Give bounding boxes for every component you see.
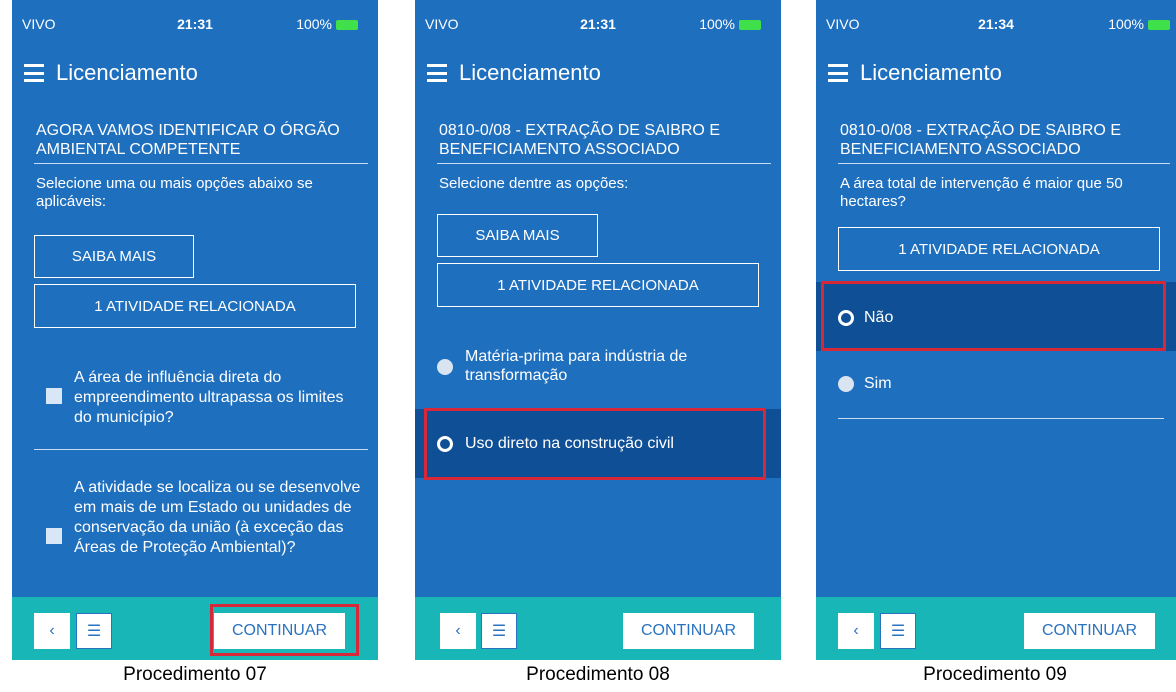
hamburger-menu-icon[interactable] bbox=[427, 64, 447, 82]
annotation-highlight bbox=[424, 408, 766, 480]
hamburger-menu-icon[interactable] bbox=[828, 64, 848, 82]
atividade-relacionada-button[interactable]: 1 ATIVIDADE RELACIONADA bbox=[838, 227, 1160, 271]
battery-indicator: 100% bbox=[1108, 16, 1170, 32]
chevron-left-icon: ‹ bbox=[853, 622, 859, 639]
back-button[interactable]: ‹ bbox=[838, 613, 874, 649]
chevron-left-icon: ‹ bbox=[455, 622, 461, 639]
status-bar: VIVO 21:31 100% bbox=[415, 0, 781, 44]
atividade-relacionada-button[interactable]: 1 ATIVIDADE RELACIONADA bbox=[437, 263, 759, 307]
back-button[interactable]: ‹ bbox=[440, 613, 476, 649]
option-label: Sim bbox=[864, 375, 892, 392]
continue-button[interactable]: CONTINUAR bbox=[623, 613, 754, 649]
app-title: Licenciamento bbox=[860, 60, 1002, 85]
annotation-highlight bbox=[821, 281, 1166, 351]
screen-procedimento-07: VIVO 21:31 100% Licenciamento AGORA VAMO… bbox=[12, 0, 378, 660]
caption: Procedimento 07 bbox=[123, 664, 267, 685]
divider bbox=[437, 163, 771, 164]
question-text: A área total de intervenção é maior que … bbox=[840, 175, 1123, 210]
menu-icon: ☰ bbox=[890, 623, 906, 640]
page-heading: AGORA VAMOS IDENTIFICAR O ÓRGÃO AMBIENTA… bbox=[36, 122, 340, 158]
checkbox-area-influencia[interactable] bbox=[46, 388, 62, 404]
app-header: Licenciamento bbox=[24, 58, 198, 88]
instructions-text: Selecione uma ou mais opções abaixo se a… bbox=[36, 175, 313, 210]
menu-icon: ☰ bbox=[491, 623, 507, 640]
back-button[interactable]: ‹ bbox=[34, 613, 70, 649]
screen-procedimento-08: VIVO 21:31 100% Licenciamento 0810-0/08 … bbox=[415, 0, 781, 660]
continue-button[interactable]: CONTINUAR bbox=[1024, 613, 1155, 649]
battery-label: 100% bbox=[1108, 16, 1144, 32]
page-heading: 0810-0/08 - EXTRAÇÃO DE SAIBRO E BENEFIC… bbox=[840, 122, 1121, 158]
annotation-highlight bbox=[210, 604, 359, 656]
battery-icon bbox=[1148, 20, 1170, 31]
checkbox-varios-estados[interactable] bbox=[46, 528, 62, 544]
checkbox-label: A área de influência direta do empreendi… bbox=[74, 369, 344, 426]
atividade-relacionada-button[interactable]: 1 ATIVIDADE RELACIONADA bbox=[34, 284, 356, 328]
chevron-left-icon: ‹ bbox=[49, 622, 55, 639]
caption: Procedimento 09 bbox=[923, 664, 1067, 685]
battery-indicator: 100% bbox=[296, 16, 358, 32]
instructions-text: Selecione dentre as opções: bbox=[439, 175, 629, 192]
battery-label: 100% bbox=[699, 16, 735, 32]
saiba-mais-button[interactable]: SAIBA MAIS bbox=[437, 214, 598, 257]
divider bbox=[34, 163, 368, 164]
menu-button[interactable]: ☰ bbox=[481, 613, 517, 649]
caption: Procedimento 08 bbox=[526, 664, 670, 685]
page-heading: 0810-0/08 - EXTRAÇÃO DE SAIBRO E BENEFIC… bbox=[439, 122, 720, 158]
footer-bar: ‹ ☰ CONTINUAR bbox=[415, 597, 781, 660]
saiba-mais-button[interactable]: SAIBA MAIS bbox=[34, 235, 194, 278]
status-bar: VIVO 21:31 100% bbox=[12, 0, 378, 44]
app-title: Licenciamento bbox=[459, 60, 601, 85]
battery-label: 100% bbox=[296, 16, 332, 32]
battery-icon bbox=[336, 20, 358, 31]
app-title: Licenciamento bbox=[56, 60, 198, 85]
checkbox-label: A atividade se localiza ou se desenvolve… bbox=[74, 479, 361, 556]
menu-button[interactable]: ☰ bbox=[880, 613, 916, 649]
option-label: Matéria-prima para indústria de transfor… bbox=[465, 348, 688, 384]
battery-icon bbox=[739, 20, 761, 31]
divider bbox=[838, 418, 1164, 419]
app-header: Licenciamento bbox=[427, 58, 601, 88]
hamburger-menu-icon[interactable] bbox=[24, 64, 44, 82]
divider bbox=[34, 449, 368, 450]
app-header: Licenciamento bbox=[828, 58, 1002, 88]
radio-materia-prima[interactable] bbox=[437, 359, 453, 375]
divider bbox=[838, 163, 1170, 164]
menu-icon: ☰ bbox=[86, 623, 102, 640]
battery-indicator: 100% bbox=[699, 16, 761, 32]
menu-button[interactable]: ☰ bbox=[76, 613, 112, 649]
status-bar: VIVO 21:34 100% bbox=[816, 0, 1176, 44]
footer-bar: ‹ ☰ CONTINUAR bbox=[816, 597, 1176, 660]
radio-sim[interactable] bbox=[838, 376, 854, 392]
